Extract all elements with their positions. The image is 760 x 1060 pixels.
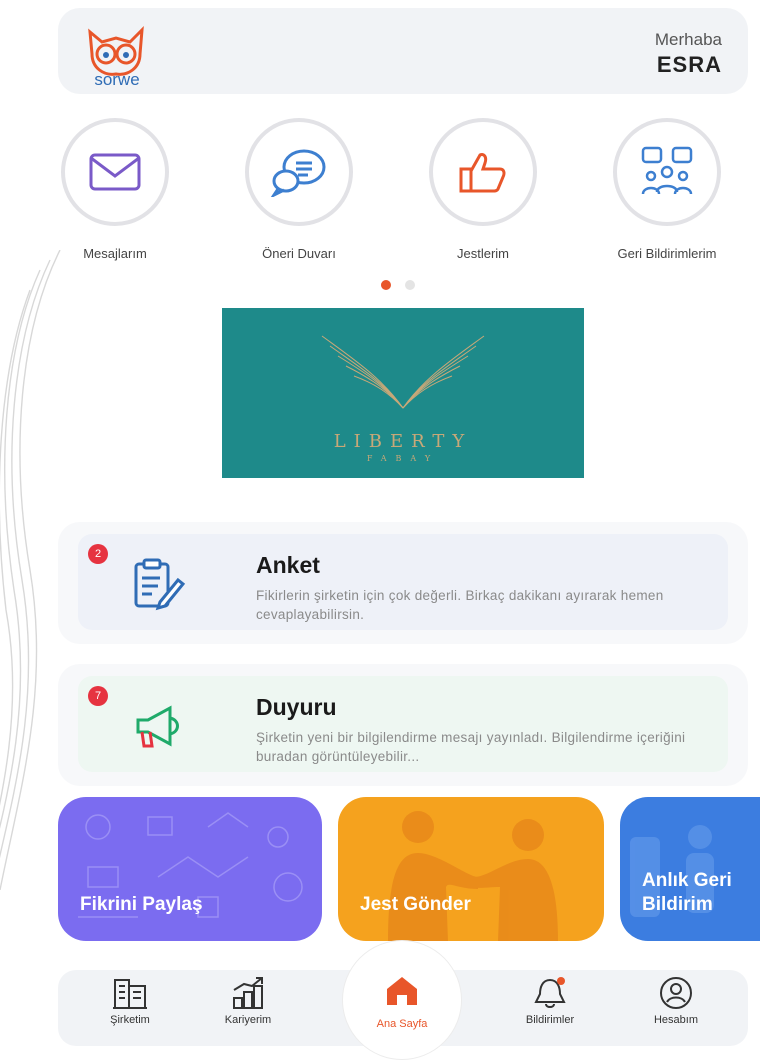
card-description: Fikirlerin şirketin için çok değerli. Bi… (256, 588, 664, 622)
announcement-card-body[interactable]: 7 Duyuru Şirketin yeni bir bilgilendirme… (78, 676, 728, 772)
card-description: Şirketin yeni bir bilgilendirme mesajı y… (256, 730, 686, 764)
logo-text: sorwe (94, 70, 140, 89)
career-chart-icon (233, 977, 263, 1009)
nav-item-company[interactable]: Şirketim (80, 976, 180, 1026)
announcement-card[interactable]: 7 Duyuru Şirketin yeni bir bilgilendirme… (58, 664, 748, 786)
feedback-group-icon (641, 146, 693, 195)
header-bar: sorwe Merhaba ESRA (58, 8, 748, 94)
quick-action-feedback[interactable]: Geri Bildirimlerim (602, 118, 732, 261)
tile-label: Fikrini Paylaş (80, 894, 203, 915)
notification-badge: 2 (88, 544, 108, 564)
survey-card-body[interactable]: 2 Anket Fikirlerin şirketin için çok değ… (78, 534, 728, 630)
banner-title: LIBERTY (333, 431, 473, 452)
quick-action-circle[interactable] (429, 118, 537, 226)
nav-item-home[interactable]: Ana Sayfa (342, 940, 462, 1060)
survey-card[interactable]: 2 Anket Fikirlerin şirketin için çok değ… (58, 522, 748, 644)
nav-item-notifications[interactable]: Bildirimler (500, 976, 600, 1026)
greeting-text: Merhaba (654, 30, 722, 49)
carousel-dot-active[interactable] (381, 280, 391, 290)
share-idea-tile[interactable]: Fikrini Paylaş (58, 797, 322, 941)
card-title: Anket (256, 552, 320, 578)
thumbs-up-icon (459, 153, 506, 193)
wings-logo-icon (321, 335, 485, 409)
company-banner[interactable]: LIBERTY FABAY (222, 308, 584, 478)
home-icon (387, 977, 417, 1005)
people-illustration (388, 811, 558, 941)
carousel-dot[interactable] (405, 280, 415, 290)
nav-label: Hesabım (653, 1014, 699, 1026)
tile-label: Anlık Geri Bildirim (642, 870, 732, 915)
instant-feedback-tile[interactable]: Anlık Geri Bildirim (620, 797, 760, 941)
megaphone-icon (136, 705, 179, 748)
banner-subtitle: FABAY (366, 454, 440, 463)
bottom-navigation: Şirketim Kariyerim Ana Sayfa Bildirimler (58, 940, 748, 1060)
tile-label: Jest Gönder (360, 894, 471, 915)
card-title: Duyuru (256, 694, 337, 720)
greeting: Merhaba ESRA (655, 30, 722, 78)
quick-action-label: Geri Bildirimlerim (617, 246, 717, 261)
quick-action-circle[interactable] (613, 118, 721, 226)
chat-bubbles-icon (270, 149, 326, 197)
quick-action-circle[interactable] (245, 118, 353, 226)
quick-action-label: Öneri Duvarı (262, 246, 336, 261)
nav-label: Kariyerim (224, 1014, 272, 1026)
building-icon (113, 979, 147, 1009)
nav-label: Ana Sayfa (376, 1018, 428, 1030)
user-name: ESRA (656, 52, 722, 77)
nav-label: Bildirimler (525, 1014, 575, 1026)
doodle-pattern (78, 812, 303, 918)
quick-action-label: Mesajlarım (83, 246, 147, 261)
notification-badge: 7 (88, 686, 108, 706)
quick-action-gestures[interactable]: Jestlerim (418, 118, 548, 261)
survey-clipboard-icon (134, 558, 186, 611)
nav-item-career[interactable]: Kariyerim (198, 976, 298, 1026)
send-gesture-tile[interactable]: Jest Gönder (338, 797, 604, 941)
nav-label: Şirketim (110, 1014, 150, 1026)
carousel-indicator (381, 280, 415, 290)
quick-action-label: Jestlerim (456, 246, 509, 261)
quick-action-circle[interactable] (61, 118, 169, 226)
nav-item-account[interactable]: Hesabım (626, 976, 726, 1026)
envelope-icon (89, 153, 141, 191)
quick-action-suggestions[interactable]: Öneri Duvarı (234, 118, 364, 261)
bell-icon (534, 977, 566, 1008)
quick-action-messages[interactable]: Mesajlarım (50, 118, 180, 261)
user-icon (660, 977, 692, 1009)
